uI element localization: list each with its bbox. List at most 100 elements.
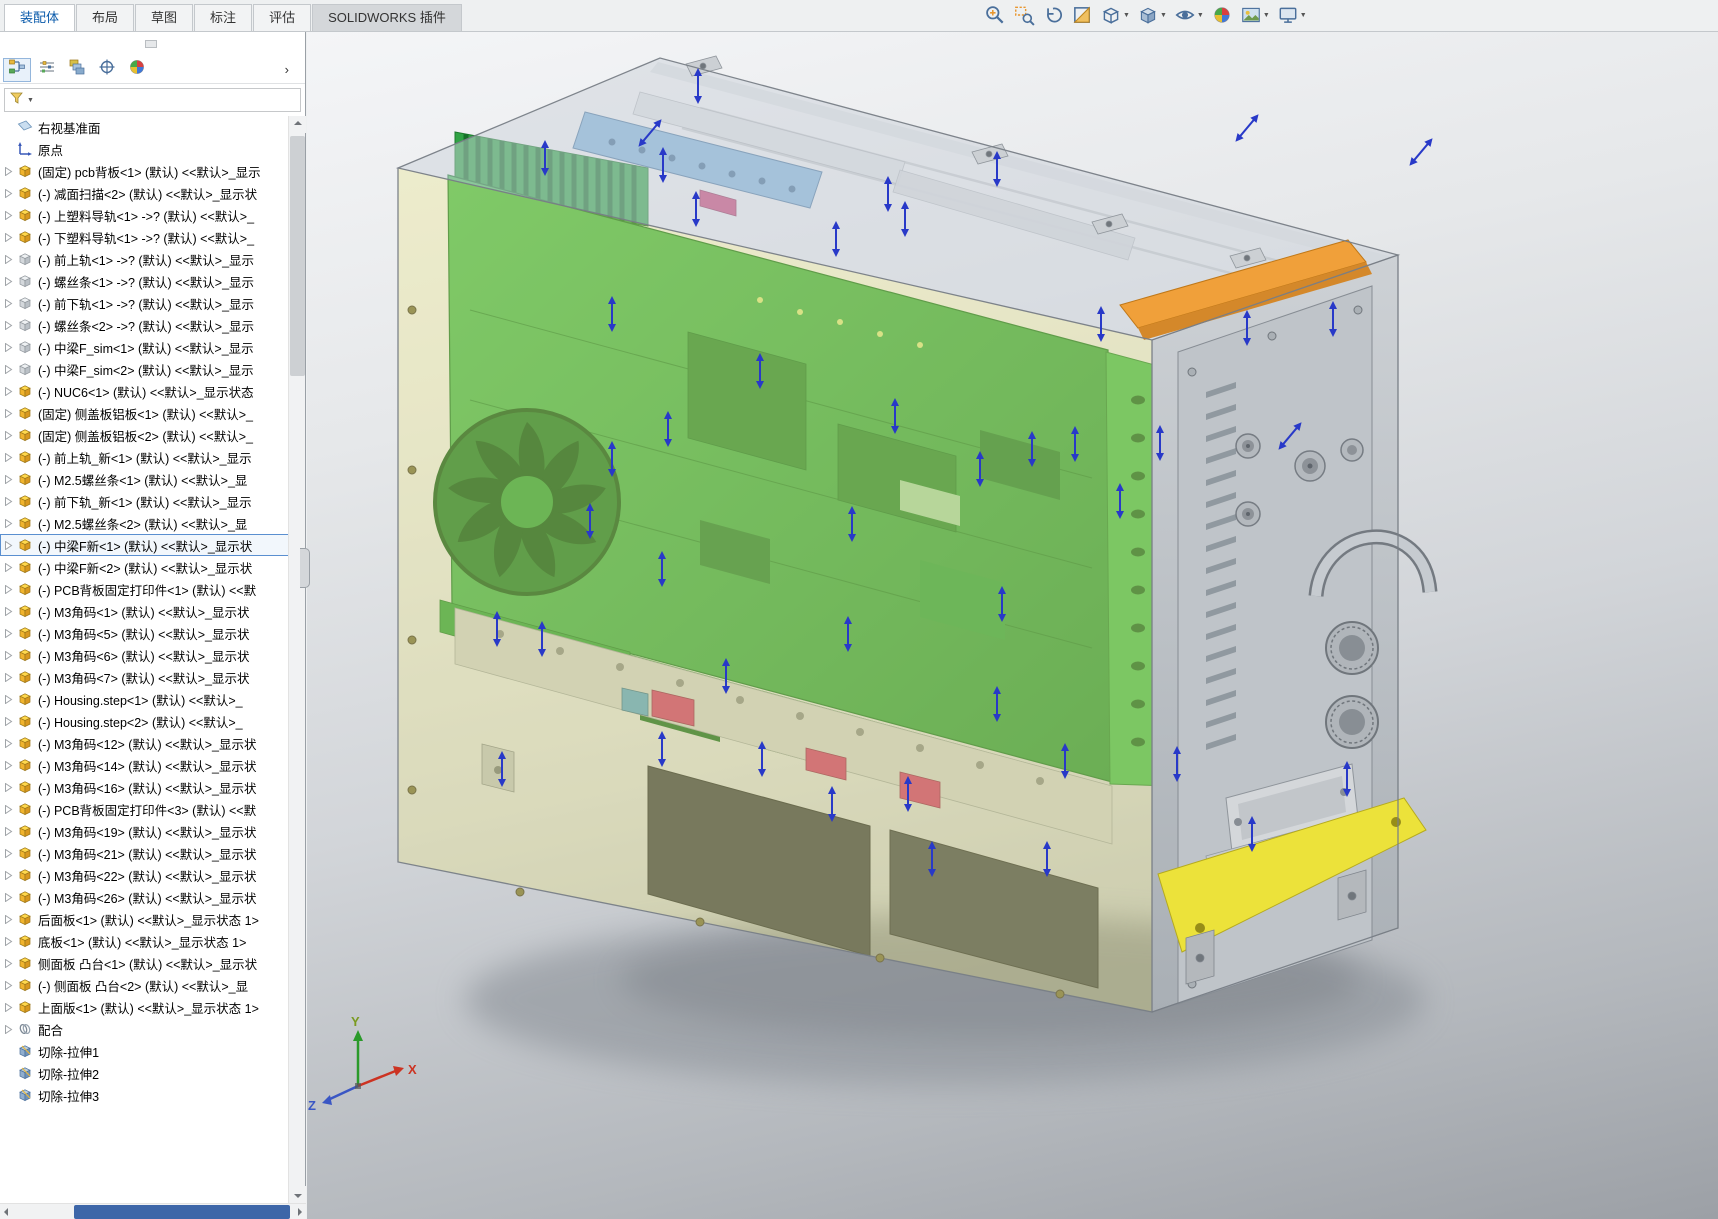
tree-item-31[interactable]: (-) M3角码<16> (默认) <<默认>_显示状 <box>0 776 289 798</box>
expander-icon[interactable] <box>4 298 17 308</box>
tree-item-11[interactable]: (-) 中梁F_sim<1> (默认) <<默认>_显示 <box>0 336 289 358</box>
tree-item-2[interactable]: 原点 <box>0 138 289 160</box>
tree-item-26[interactable]: (-) M3角码<7> (默认) <<默认>_显示状 <box>0 666 289 688</box>
tree-item-23[interactable]: (-) M3角码<1> (默认) <<默认>_显示状 <box>0 600 289 622</box>
expander-icon[interactable] <box>4 276 17 286</box>
tree-item-20[interactable]: (-) 中梁F新<1> (默认) <<默认>_显示状 <box>0 534 289 556</box>
scroll-up-button[interactable] <box>289 116 306 133</box>
tree-item-4[interactable]: (-) 减面扫描<2> (默认) <<默认>_显示状 <box>0 182 289 204</box>
horizontal-scrollbar-thumb[interactable] <box>74 1205 290 1219</box>
tree-item-45[interactable]: 切除-拉伸3 <box>0 1084 289 1106</box>
dropdown-arrow-icon[interactable]: ▼ <box>1300 12 1307 19</box>
tree-item-30[interactable]: (-) M3角码<14> (默认) <<默认>_显示状 <box>0 754 289 776</box>
expander-icon[interactable] <box>4 320 17 330</box>
dropdown-arrow-icon[interactable]: ▼ <box>1263 12 1270 19</box>
tree-item-27[interactable]: (-) Housing.step<1> (默认) <<默认>_ <box>0 688 289 710</box>
tree-item-24[interactable]: (-) M3角码<5> (默认) <<默认>_显示状 <box>0 622 289 644</box>
featuremanager-design-tree-tab[interactable] <box>3 57 31 82</box>
tree-item-28[interactable]: (-) Housing.step<2> (默认) <<默认>_ <box>0 710 289 732</box>
expander-icon[interactable] <box>4 650 17 660</box>
tree-item-16[interactable]: (-) 前上轨_新<1> (默认) <<默认>_显示 <box>0 446 289 468</box>
ribbon-tab-3[interactable]: 草图 <box>135 4 194 31</box>
dropdown-arrow-icon[interactable]: ▼ <box>1160 12 1167 19</box>
tree-item-38[interactable]: 底板<1> (默认) <<默认>_显示状态 1> <box>0 930 289 952</box>
3d-model-scene[interactable]: Y X Z <box>307 32 1718 1219</box>
tree-item-6[interactable]: (-) 下塑料导轨<1> ->? (默认) <<默认>_ <box>0 226 289 248</box>
expander-icon[interactable] <box>4 386 17 396</box>
expander-icon[interactable] <box>4 936 17 946</box>
view-settings-button[interactable]: ▼ <box>1277 4 1307 26</box>
expander-icon[interactable] <box>4 342 17 352</box>
expander-icon[interactable] <box>4 408 17 418</box>
tree-item-37[interactable]: 后面板<1> (默认) <<默认>_显示状态 1> <box>0 908 289 930</box>
expander-icon[interactable] <box>4 232 17 242</box>
ribbon-tab-6[interactable]: SOLIDWORKS 插件 <box>312 4 462 31</box>
tree-item-5[interactable]: (-) 上塑料导轨<1> ->? (默认) <<默认>_ <box>0 204 289 226</box>
tree-vertical-scrollbar[interactable] <box>288 116 306 1203</box>
tree-item-21[interactable]: (-) 中梁F新<2> (默认) <<默认>_显示状 <box>0 556 289 578</box>
panel-splitter-handle[interactable] <box>300 548 310 588</box>
expander-icon[interactable] <box>4 210 17 220</box>
ribbon-tab-1[interactable]: 装配体 <box>4 4 76 31</box>
tree-item-34[interactable]: (-) M3角码<21> (默认) <<默认>_显示状 <box>0 842 289 864</box>
dropdown-arrow-icon[interactable]: ▼ <box>1123 12 1130 19</box>
expander-icon[interactable] <box>4 892 17 902</box>
dimxpertmanager-tab[interactable] <box>93 58 121 82</box>
expander-icon[interactable] <box>4 364 17 374</box>
expander-icon[interactable] <box>4 452 17 462</box>
edit-appearance-button[interactable] <box>1211 4 1233 26</box>
view-orientation-button[interactable]: ▼ <box>1100 4 1130 26</box>
expander-icon[interactable] <box>4 562 17 572</box>
expander-icon[interactable] <box>4 804 17 814</box>
expander-icon[interactable] <box>4 672 17 682</box>
filter-dropdown-arrow-icon[interactable]: ▼ <box>27 97 34 104</box>
expander-icon[interactable] <box>4 430 17 440</box>
tree-item-39[interactable]: 侧面板 凸台<1> (默认) <<默认>_显示状 <box>0 952 289 974</box>
ribbon-tab-2[interactable]: 布局 <box>76 4 135 31</box>
tree-item-41[interactable]: 上面版<1> (默认) <<默认>_显示状态 1> <box>0 996 289 1018</box>
expander-icon[interactable] <box>4 760 17 770</box>
display-manager-appearances-tab[interactable] <box>123 58 151 82</box>
expander-icon[interactable] <box>4 694 17 704</box>
tree-item-17[interactable]: (-) M2.5螺丝条<1> (默认) <<默认>_显 <box>0 468 289 490</box>
ribbon-tab-4[interactable]: 标注 <box>194 4 253 31</box>
ribbon-tab-5[interactable]: 评估 <box>253 4 312 31</box>
tree-item-7[interactable]: (-) 前上轨<1> ->? (默认) <<默认>_显示 <box>0 248 289 270</box>
configurationmanager-tab[interactable] <box>63 58 91 82</box>
tree-item-40[interactable]: (-) 侧面板 凸台<2> (默认) <<默认>_显 <box>0 974 289 996</box>
filter-funnel-icon[interactable] <box>9 90 25 111</box>
tree-item-19[interactable]: (-) M2.5螺丝条<2> (默认) <<默认>_显 <box>0 512 289 534</box>
tree-item-14[interactable]: (固定) 侧盖板铝板<1> (默认) <<默认>_ <box>0 402 289 424</box>
vertical-scrollbar-thumb[interactable] <box>290 136 305 376</box>
propertymanager-tab[interactable] <box>33 58 61 82</box>
tree-item-25[interactable]: (-) M3角码<6> (默认) <<默认>_显示状 <box>0 644 289 666</box>
tree-item-22[interactable]: (-) PCB背板固定打印件<1> (默认) <<默 <box>0 578 289 600</box>
tree-item-3[interactable]: (固定) pcb背板<1> (默认) <<默认>_显示 <box>0 160 289 182</box>
graphics-viewport[interactable]: Y X Z <box>307 32 1718 1219</box>
scroll-down-button[interactable] <box>289 1186 306 1203</box>
expander-icon[interactable] <box>4 782 17 792</box>
zoom-area-button[interactable] <box>1013 4 1035 26</box>
expander-icon[interactable] <box>4 1024 17 1034</box>
hide-show-items-button[interactable]: ▼ <box>1174 4 1204 26</box>
previous-view-button[interactable] <box>1042 4 1064 26</box>
expander-icon[interactable] <box>4 584 17 594</box>
panel-collapse-handle[interactable] <box>145 40 157 48</box>
expander-icon[interactable] <box>4 870 17 880</box>
expander-icon[interactable] <box>4 254 17 264</box>
expander-icon[interactable] <box>4 628 17 638</box>
expander-icon[interactable] <box>4 496 17 506</box>
tree-item-10[interactable]: (-) 螺丝条<2> ->? (默认) <<默认>_显示 <box>0 314 289 336</box>
tree-item-18[interactable]: (-) 前下轨_新<1> (默认) <<默认>_显示 <box>0 490 289 512</box>
tree-item-32[interactable]: (-) PCB背板固定打印件<3> (默认) <<默 <box>0 798 289 820</box>
zoom-to-fit-button[interactable] <box>984 4 1006 26</box>
tree-item-12[interactable]: (-) 中梁F_sim<2> (默认) <<默认>_显示 <box>0 358 289 380</box>
expander-icon[interactable] <box>4 540 17 550</box>
tree-horizontal-scrollbar[interactable] <box>0 1203 306 1219</box>
tree-item-15[interactable]: (固定) 侧盖板铝板<2> (默认) <<默认>_ <box>0 424 289 446</box>
expander-icon[interactable] <box>4 826 17 836</box>
expander-icon[interactable] <box>4 188 17 198</box>
tree-item-9[interactable]: (-) 前下轨<1> ->? (默认) <<默认>_显示 <box>0 292 289 314</box>
expander-icon[interactable] <box>4 474 17 484</box>
tree-item-36[interactable]: (-) M3角码<26> (默认) <<默认>_显示状 <box>0 886 289 908</box>
